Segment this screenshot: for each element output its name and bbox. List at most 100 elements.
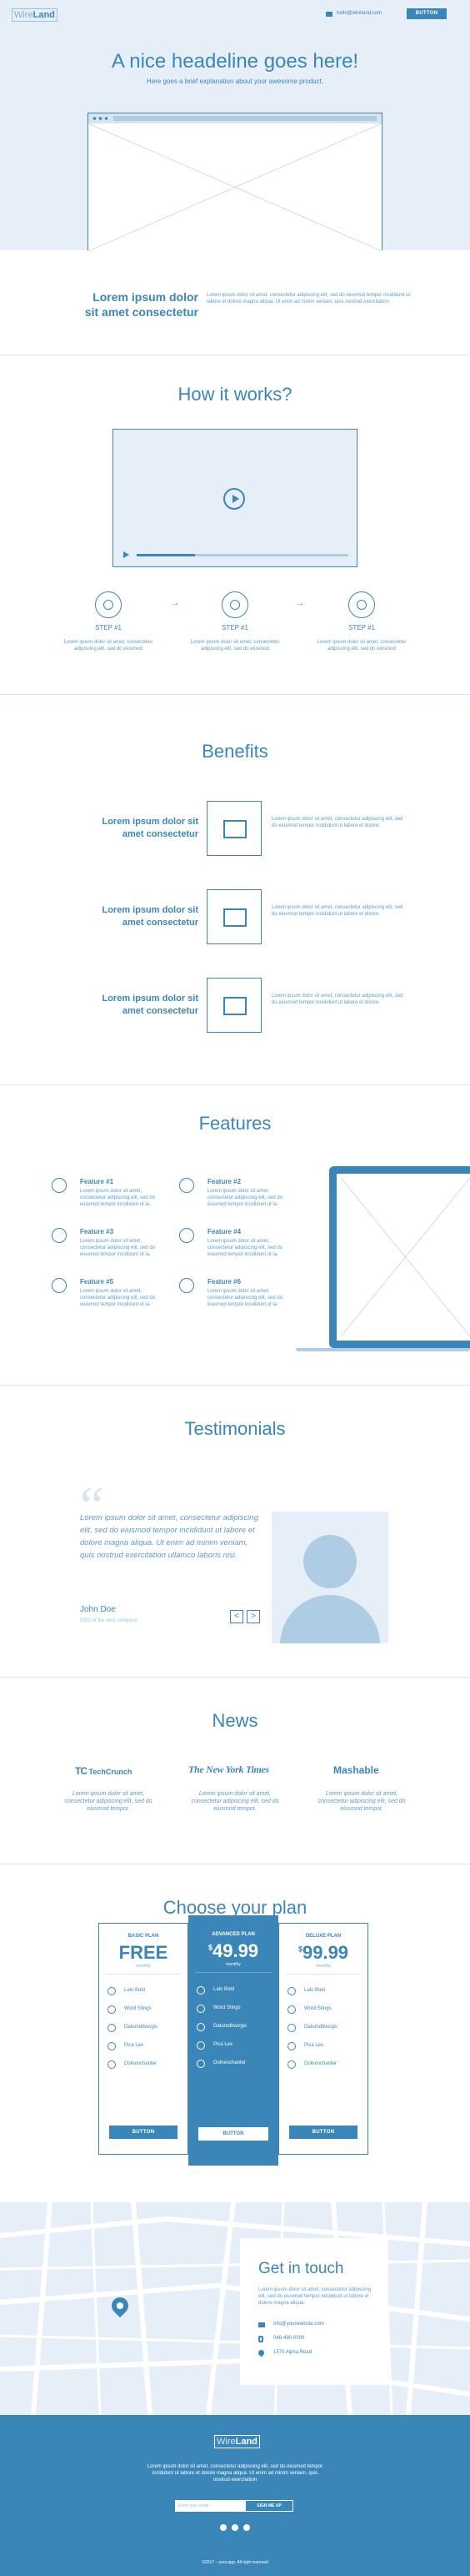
video-player[interactable] <box>112 429 358 567</box>
step-text: Lorem ipsum dolor sit amet, consectetur … <box>317 640 407 652</box>
image-placeholder-icon <box>207 978 262 1033</box>
news-text: Lorem ipsum dolor sit amet, consectetur … <box>318 1791 406 1812</box>
plan-feature: Pica Lex <box>124 2043 144 2048</box>
how-title: How it works? <box>178 384 292 405</box>
pricing-card-basic: BASIC PLAN FREE monthly Lalo Bold Word S… <box>98 1923 188 2155</box>
plan-cents: .99 <box>322 1942 349 1963</box>
map[interactable] <box>0 2202 470 2415</box>
plan-period: monthly <box>226 1962 241 1967</box>
feature-text: Lorem ipsum dolor sit amet, consectetur … <box>208 1289 283 1307</box>
plan-price-value: 99 <box>302 1942 323 1963</box>
twitter-icon[interactable] <box>232 2524 238 2531</box>
news-title: News <box>212 1710 258 1731</box>
intro-text: Lorem ipsum dolor sit amet, consectetur … <box>207 293 411 304</box>
divider <box>0 1677 470 1678</box>
check-icon <box>108 1987 116 1995</box>
step-label: STEP #1 <box>348 624 375 631</box>
plan-price: $49.99 <box>188 1940 278 1962</box>
feature-text: Lorem ipsum dolor sit amet, consectetur … <box>208 1239 283 1257</box>
plan-feature: Lalo Bold <box>124 1988 146 1993</box>
footer-logo[interactable]: WireLand <box>214 2435 260 2448</box>
contact-title: Get in touch <box>258 2260 344 2277</box>
check-icon <box>288 2042 296 2050</box>
header-button[interactable]: BUTTON <box>407 8 447 19</box>
feature-text: Lorem ipsum dolor sit amet, consectetur … <box>80 1289 156 1307</box>
feature-icon <box>52 1178 67 1193</box>
step-icon <box>222 591 248 618</box>
plan-button[interactable]: BUTTON <box>289 2126 358 2139</box>
plan-feature: Lalo Bold <box>304 1988 326 1993</box>
facebook-icon[interactable] <box>220 2524 227 2531</box>
news-text: Lorem ipsum dolor sit amet, consectetur … <box>191 1791 279 1812</box>
hero-title: A nice headeline goes here! <box>111 50 359 73</box>
plan-button[interactable]: BUTTON <box>198 2127 268 2141</box>
check-icon <box>288 2060 296 2069</box>
check-icon <box>288 2005 296 2014</box>
techcrunch-logo: TC TechCrunch <box>75 1765 132 1777</box>
step-arrow: → <box>296 599 304 608</box>
pricing-card-deluxe: DELUXE PLAN $99.99 monthly Lalo Bold Wor… <box>278 1923 368 2155</box>
feature-title: Feature #6 <box>208 1278 242 1285</box>
hero-subtitle: Here goes a brief explanation about your… <box>146 78 324 85</box>
check-icon <box>197 2023 205 2031</box>
plan-feature: Dolnenchanter <box>304 2061 338 2066</box>
feature-title: Feature #2 <box>208 1178 242 1185</box>
step-label: STEP #1 <box>95 624 122 631</box>
check-icon <box>108 2005 116 2014</box>
feature-icon <box>179 1278 194 1293</box>
phone-icon <box>258 2336 263 2342</box>
step-arrow: → <box>171 599 179 608</box>
plan-feature: Datumditvurgis <box>213 2024 248 2029</box>
play-button-icon[interactable] <box>223 488 245 510</box>
header-email[interactable]: hello@wireland.com <box>337 11 382 16</box>
contact-address: 1570 Alpha Road <box>273 2350 312 2355</box>
plan-feature: Word Stings <box>213 2005 241 2010</box>
contact-email[interactable]: info@yourwebsite.com <box>273 2322 324 2327</box>
mail-icon <box>258 2322 265 2327</box>
instagram-icon[interactable] <box>243 2524 250 2531</box>
footer-email-input[interactable]: Enter your email <box>175 2500 245 2512</box>
next-button[interactable]: > <box>247 1610 260 1623</box>
plan-feature: Pica Lex <box>213 2042 233 2047</box>
news-text: Lorem ipsum dolor sit amet, consectetur … <box>64 1791 152 1812</box>
image-placeholder-icon <box>207 889 262 944</box>
divider <box>0 694 470 695</box>
benefit-title: Lorem ipsum dolor sit amet consectetur <box>79 816 198 841</box>
browser-dots <box>92 117 108 120</box>
video-play-icon[interactable] <box>123 551 129 558</box>
image-placeholder-icon <box>207 801 262 856</box>
check-icon <box>108 2042 116 2050</box>
feature-text: Lorem ipsum dolor sit amet, consectetur … <box>80 1189 156 1207</box>
plan-price-value: 49 <box>212 1940 233 1961</box>
plan-button[interactable]: BUTTON <box>109 2126 178 2139</box>
contact-phone[interactable]: 048-490-0000 <box>273 2336 304 2341</box>
benefit-title: Lorem ipsum dolor sit amet consectetur <box>79 904 198 929</box>
feature-title: Feature #4 <box>208 1228 242 1235</box>
check-icon <box>197 2005 205 2013</box>
logo[interactable]: WireLand <box>12 8 58 22</box>
laptop-mockup <box>296 1166 470 1351</box>
footer-signup-button[interactable]: SIGN ME UP <box>245 2500 293 2512</box>
location-icon <box>257 2348 266 2357</box>
check-icon <box>108 2024 116 2032</box>
logo-wire: Wire <box>217 2437 236 2447</box>
feature-icon <box>179 1178 194 1193</box>
step-text: Lorem ipsum dolor sit amet, consectetur … <box>190 640 280 652</box>
prev-button[interactable]: < <box>230 1610 243 1623</box>
plan-feature: Word Stings <box>304 2006 332 2011</box>
check-icon <box>288 1987 296 1995</box>
check-icon <box>197 2060 205 2068</box>
plan-feature: Pica Lex <box>304 2043 324 2048</box>
benefits-title: Benefits <box>202 741 268 762</box>
intro-title-line1: Lorem ipsum dolor <box>92 290 198 304</box>
divider <box>0 1385 470 1386</box>
benefit-text: Lorem ipsum dolor sit amet, consectetur … <box>272 817 403 828</box>
benefit-title-line2: amet consectetur <box>122 918 198 928</box>
browser-address-bar <box>113 116 377 121</box>
plan-period: monthly <box>316 1964 331 1969</box>
video-progress-fill <box>137 554 195 556</box>
check-icon <box>108 2060 116 2069</box>
plan-price: $99.99 <box>279 1942 368 1964</box>
logo-wire: Wire <box>14 10 33 20</box>
step-label: STEP #1 <box>222 624 248 631</box>
